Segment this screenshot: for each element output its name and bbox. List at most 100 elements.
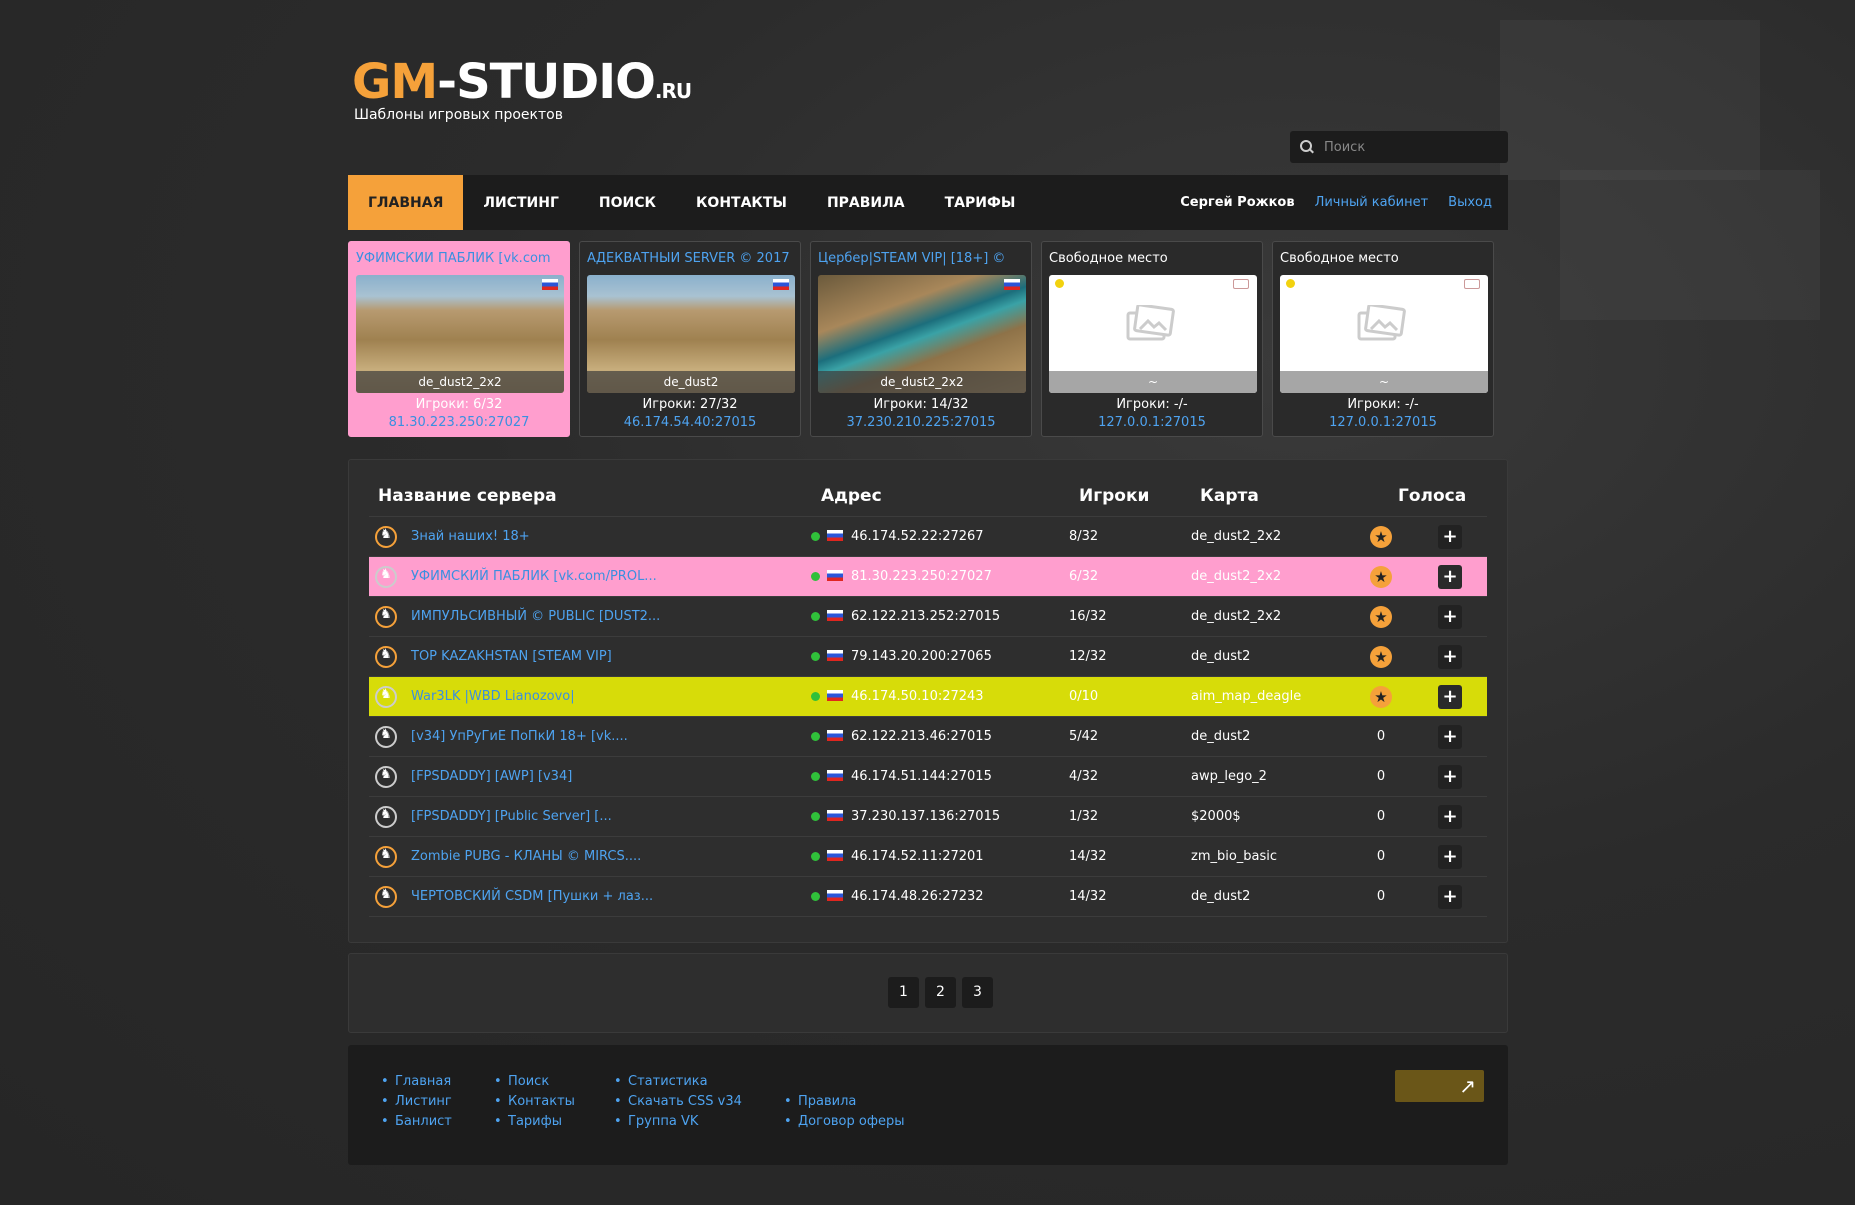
nav-rules[interactable]: ПРАВИЛА (807, 175, 925, 230)
card-players: Игроки: 27/32 (642, 397, 738, 412)
flag-ru-icon (827, 610, 843, 621)
vote-plus-button[interactable]: + (1438, 605, 1462, 629)
footer-link[interactable]: Правила (784, 1092, 904, 1112)
game-cs-icon (375, 845, 397, 868)
server-address: 62.122.213.252:27015 (851, 609, 1001, 624)
search-input[interactable] (1322, 138, 1496, 156)
nav-home[interactable]: ГЛАВНАЯ (348, 175, 464, 230)
server-name[interactable]: [FPSDADDY] [AWP] [v34] (411, 769, 572, 784)
footer-link[interactable]: Поиск (494, 1072, 575, 1092)
footer-link[interactable]: Договор оферы (784, 1112, 904, 1132)
footer-link[interactable]: Статистика (614, 1072, 742, 1092)
free-slot-card[interactable]: Свободное место ~ Игроки: -/- 127.0.0.1:… (1272, 241, 1494, 437)
footer-link[interactable]: Листинг (381, 1092, 452, 1112)
server-name[interactable]: ИМПУЛЬСИВНЫЙ © PUBLIC [DUST2... (411, 609, 660, 624)
vip-card[interactable]: Цербер|STEAM VIP| [18+] © de_dust2_2x2 И… (810, 241, 1032, 437)
flag-ru-icon (827, 530, 843, 541)
vote-plus-button[interactable]: + (1438, 565, 1462, 589)
table-row[interactable]: War3LK |WBD Lianozovo| 46.174.50.10:2724… (369, 676, 1487, 716)
card-address[interactable]: 127.0.0.1:27015 (1280, 415, 1486, 430)
external-link-button[interactable]: ↗ (1395, 1070, 1484, 1102)
online-status-icon (811, 772, 820, 781)
vote-plus-button[interactable]: + (1438, 685, 1462, 709)
game-cs-icon (375, 725, 397, 748)
server-players: 6/32 (1069, 569, 1099, 584)
card-address[interactable]: 37.230.210.225:27015 (818, 415, 1024, 430)
server-name[interactable]: War3LK |WBD Lianozovo| (411, 689, 575, 704)
server-name[interactable]: ЧЕРТОВСКИЙ CSDM [Пушки + лаз... (411, 889, 653, 904)
server-name[interactable]: TOP KAZAKHSTAN [STEAM VIP] (411, 649, 612, 664)
vip-card[interactable]: АДЕКВАТНЫЙ SERVER © 2017 de_dust2 Игроки… (579, 241, 801, 437)
vote-plus-button[interactable]: + (1438, 765, 1462, 789)
vip-card[interactable]: УФИМСКИЙ ПАБЛИК [vk.com de_dust2_2x2 Игр… (348, 241, 570, 437)
cabinet-link[interactable]: Личный кабинет (1315, 195, 1429, 210)
footer-link[interactable]: Главная (381, 1072, 452, 1092)
page-1-button[interactable]: 1 (888, 977, 919, 1008)
vote-plus-button[interactable]: + (1438, 845, 1462, 869)
footer-link[interactable]: Скачать CSS v34 (614, 1092, 742, 1112)
nav-search[interactable]: ПОИСК (579, 175, 676, 230)
col-players[interactable]: Игроки (1079, 486, 1149, 506)
col-map[interactable]: Карта (1200, 486, 1259, 506)
server-name[interactable]: УФИМСКИЙ ПАБЛИК [vk.com/PROL... (411, 569, 657, 584)
game-cs-icon (375, 525, 397, 548)
server-address: 46.174.52.11:27201 (851, 849, 984, 864)
server-map: de_dust2_2x2 (1191, 609, 1282, 624)
server-name[interactable]: Знай наших! 18+ (411, 529, 530, 544)
nav-listing[interactable]: ЛИСТИНГ (463, 175, 579, 230)
table-row[interactable]: ИМПУЛЬСИВНЫЙ © PUBLIC [DUST2... 62.122.2… (369, 596, 1487, 636)
site-logo[interactable]: GM-STUDIO.RU (352, 58, 692, 106)
star-icon: ★ (1370, 566, 1392, 588)
game-cs-icon (375, 805, 397, 828)
free-slot-card[interactable]: Свободное место ~ Игроки: -/- 127.0.0.1:… (1041, 241, 1263, 437)
vote-plus-button[interactable]: + (1438, 525, 1462, 549)
server-name[interactable]: [FPSDADDY] [Public Server] [... (411, 809, 612, 824)
col-votes[interactable]: Голоса (1398, 486, 1466, 506)
status-dot-icon (1286, 279, 1295, 288)
server-name[interactable]: [v34] УпРуГиЕ ПоПкИ 18+ [vk.... (411, 729, 628, 744)
game-cs-icon (375, 685, 397, 708)
card-players: Игроки: -/- (1347, 397, 1419, 412)
nav-contacts[interactable]: КОНТАКТЫ (676, 175, 807, 230)
card-map: ~ (1049, 371, 1257, 393)
table-row[interactable]: ЧЕРТОВСКИЙ CSDM [Пушки + лаз... 46.174.4… (369, 876, 1487, 917)
table-row[interactable]: TOP KAZAKHSTAN [STEAM VIP] 79.143.20.200… (369, 636, 1487, 676)
col-name[interactable]: Название сервера (378, 486, 557, 506)
vote-plus-button[interactable]: + (1438, 645, 1462, 669)
logout-link[interactable]: Выход (1448, 195, 1492, 210)
vote-plus-button[interactable]: + (1438, 885, 1462, 909)
table-row[interactable]: [FPSDADDY] [Public Server] [... 37.230.1… (369, 796, 1487, 836)
server-players: 5/42 (1069, 729, 1099, 744)
table-row[interactable]: УФИМСКИЙ ПАБЛИК [vk.com/PROL... 81.30.22… (369, 556, 1487, 596)
server-map: de_dust2_2x2 (1191, 569, 1282, 584)
table-row[interactable]: [FPSDADDY] [AWP] [v34] 46.174.51.144:270… (369, 756, 1487, 796)
table-body: Знай наших! 18+ 46.174.52.22:27267 8/32 … (369, 516, 1487, 917)
background-shape (1560, 170, 1820, 320)
footer-link[interactable]: Банлист (381, 1112, 452, 1132)
footer-link[interactable]: Тарифы (494, 1112, 575, 1132)
card-title[interactable]: АДЕКВАТНЫЙ SERVER © 2017 (587, 251, 793, 269)
nav-tariffs[interactable]: ТАРИФЫ (925, 175, 1036, 230)
server-name[interactable]: Zombie PUBG - КЛАНЫ © MIRCS.... (411, 849, 641, 864)
flag-ru-icon (827, 730, 843, 741)
card-address[interactable]: 46.174.54.40:27015 (587, 415, 793, 430)
pagination: 1 2 3 (348, 953, 1508, 1033)
main-nav: ГЛАВНАЯ ЛИСТИНГ ПОИСК КОНТАКТЫ ПРАВИЛА Т… (348, 175, 1508, 230)
card-players: Игроки: 6/32 (415, 397, 503, 412)
footer-col-4: Правила Договор оферы (784, 1092, 904, 1132)
card-title[interactable]: Цербер|STEAM VIP| [18+] © (818, 251, 1024, 269)
col-address[interactable]: Адрес (821, 486, 882, 506)
table-row[interactable]: Знай наших! 18+ 46.174.52.22:27267 8/32 … (369, 516, 1487, 556)
footer-link[interactable]: Контакты (494, 1092, 575, 1112)
page-3-button[interactable]: 3 (962, 977, 993, 1008)
vote-plus-button[interactable]: + (1438, 725, 1462, 749)
vote-plus-button[interactable]: + (1438, 805, 1462, 829)
footer-link[interactable]: Группа VK (614, 1112, 742, 1132)
search-icon[interactable] (1300, 140, 1314, 154)
card-address[interactable]: 127.0.0.1:27015 (1049, 415, 1255, 430)
page-2-button[interactable]: 2 (925, 977, 956, 1008)
card-title[interactable]: УФИМСКИЙ ПАБЛИК [vk.com (356, 251, 562, 269)
table-row[interactable]: Zombie PUBG - КЛАНЫ © MIRCS.... 46.174.5… (369, 836, 1487, 876)
table-row[interactable]: [v34] УпРуГиЕ ПоПкИ 18+ [vk.... 62.122.2… (369, 716, 1487, 756)
card-address[interactable]: 81.30.223.250:27027 (356, 415, 562, 430)
